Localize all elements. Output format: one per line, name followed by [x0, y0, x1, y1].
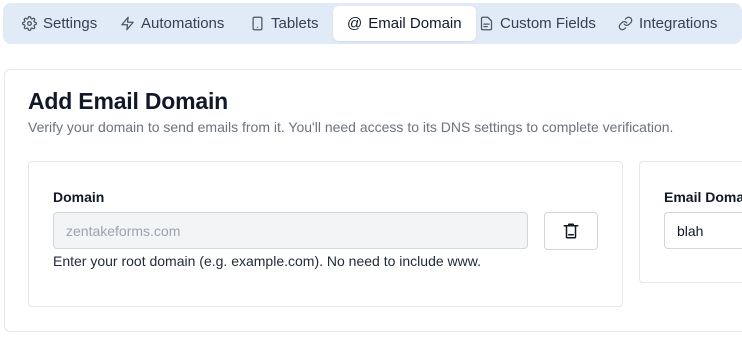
tab-label: Integrations [639, 15, 718, 32]
email-domain-label: Email Doma [664, 189, 742, 205]
domain-input-placeholder: zentakeforms.com [66, 222, 181, 239]
email-domain-value: blah [677, 222, 704, 239]
lightning-icon [121, 16, 134, 31]
form-icon [480, 16, 493, 31]
page-subtitle: Verify your domain to send emails from i… [28, 119, 674, 135]
tab-label: Tablets [271, 15, 319, 32]
page-title: Add Email Domain [28, 88, 228, 114]
trash-icon [563, 223, 579, 239]
delete-domain-button[interactable] [544, 212, 598, 250]
link-icon [618, 16, 633, 31]
tab-email-domain[interactable]: @ Email Domain [333, 6, 476, 41]
domain-helper-text: Enter your root domain (e.g. example.com… [53, 253, 481, 269]
tab-label: Settings [43, 15, 98, 32]
tablet-icon [252, 16, 263, 31]
tab-bar: Settings Automations Tablets @ Email Dom… [3, 3, 742, 44]
tab-custom-fields[interactable]: Custom Fields [465, 6, 610, 41]
at-icon: @ [347, 15, 363, 32]
domain-label: Domain [53, 189, 105, 205]
tab-label: Custom Fields [500, 15, 596, 32]
tab-integrations[interactable]: Integrations [604, 6, 731, 41]
tab-automations[interactable]: Automations [106, 6, 238, 41]
tab-label: Email Domain [368, 15, 462, 32]
tab-label: Automations [141, 15, 225, 32]
tab-tablets[interactable]: Tablets [236, 6, 333, 41]
tab-settings[interactable]: Settings [8, 6, 111, 41]
domain-input[interactable]: zentakeforms.com [53, 212, 528, 249]
gear-icon [22, 16, 37, 31]
email-domain-input[interactable]: blah [664, 212, 742, 249]
